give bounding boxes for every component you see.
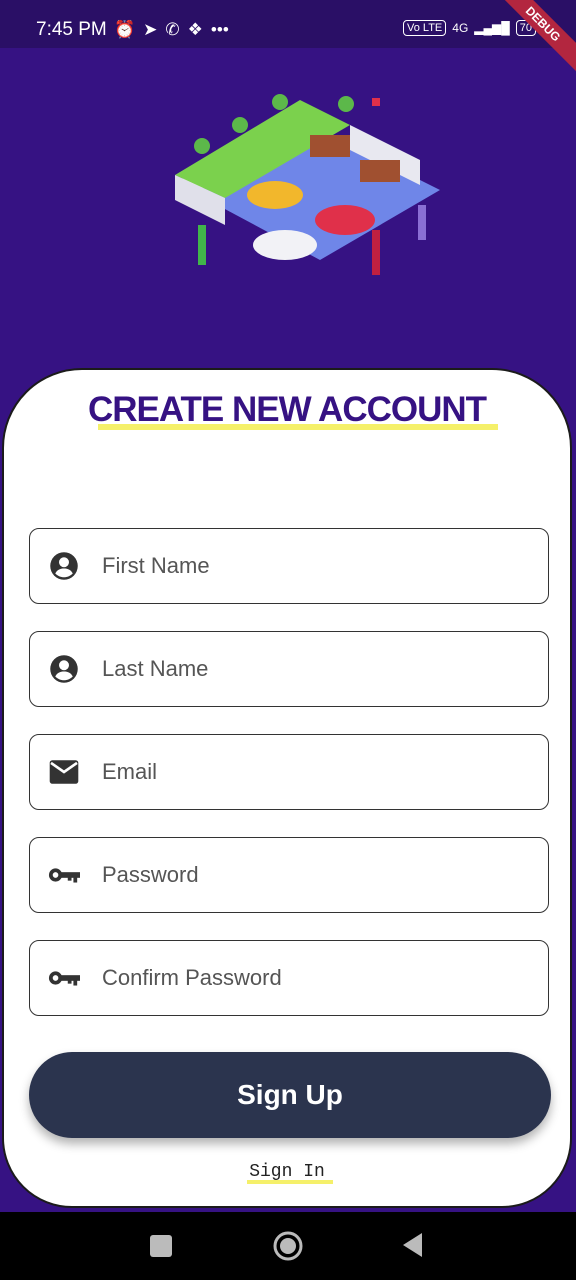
whatsapp-icon: ✆ [165, 20, 180, 39]
network-type: 4G [452, 21, 469, 35]
chat-icon: ❖ [187, 20, 203, 39]
password-field[interactable] [29, 837, 549, 913]
key-icon [48, 962, 80, 994]
confirm-password-input[interactable] [100, 964, 484, 992]
first-name-field[interactable] [29, 528, 549, 604]
last-name-input[interactable] [100, 655, 484, 683]
more-icon: ••• [210, 20, 229, 39]
first-name-input[interactable] [100, 552, 484, 580]
signup-card: CREATE NEW ACCOUNT Sign Up Sign In [2, 368, 572, 1208]
last-name-field[interactable] [29, 631, 549, 707]
back-icon[interactable] [400, 1230, 426, 1260]
page-title: CREATE NEW ACCOUNT [87, 390, 487, 429]
signup-button[interactable]: Sign Up [29, 1052, 551, 1138]
navigation-bar [0, 1212, 576, 1280]
mail-icon [48, 756, 80, 788]
system-status: Vo LTE 4G ▂▄▆█ 70 [403, 20, 536, 36]
email-field[interactable] [29, 734, 549, 810]
confirm-password-field[interactable] [29, 940, 549, 1016]
recent-apps-icon[interactable] [148, 1230, 174, 1260]
signal-icon: ▂▄▆█ [474, 21, 510, 35]
status-bar: 7:45 PM ⏰ ➤ ✆ ❖ ••• Vo LTE 4G ▂▄▆█ 70 [0, 0, 576, 48]
status-time: 7:45 PM [36, 19, 107, 40]
account-circle-icon [48, 653, 80, 685]
password-input[interactable] [100, 861, 484, 889]
telegram-icon: ➤ [143, 20, 158, 39]
email-input[interactable] [100, 758, 484, 786]
account-circle-icon [48, 550, 80, 582]
key-icon [48, 859, 80, 891]
alarm-icon: ⏰ [114, 20, 136, 39]
signin-link[interactable]: Sign In [4, 1162, 570, 1182]
home-icon[interactable] [272, 1230, 304, 1262]
status-icons: ⏰ ➤ ✆ ❖ ••• [114, 20, 229, 40]
parking-illustration [175, 94, 440, 275]
volte-indicator: Vo LTE [403, 20, 447, 36]
